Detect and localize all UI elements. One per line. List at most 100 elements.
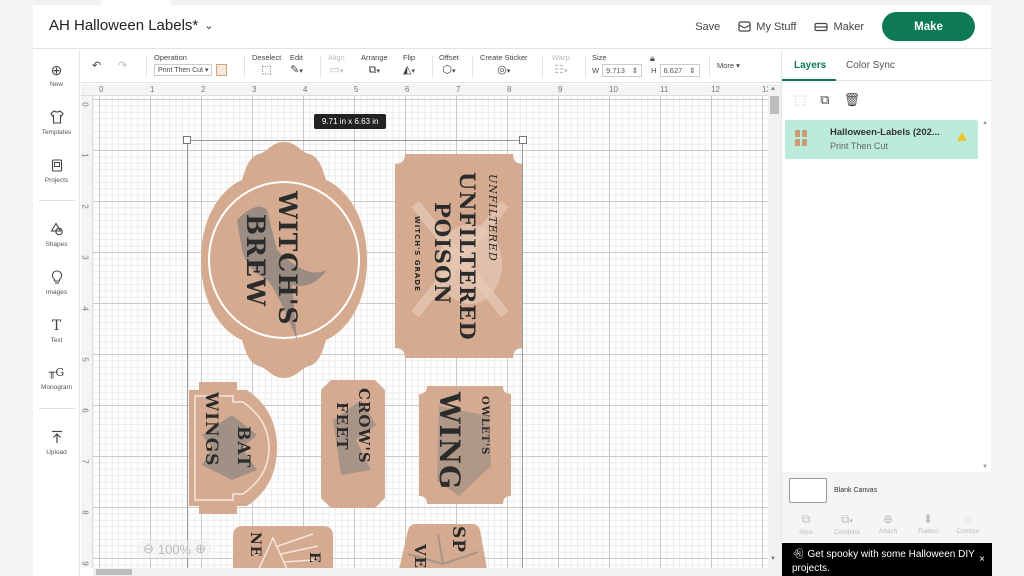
- nav-new[interactable]: ⊕ New: [33, 62, 80, 88]
- attach-button[interactable]: ⊕ Attach: [868, 512, 908, 535]
- toast-close-button[interactable]: ×: [979, 553, 985, 567]
- project-title-dropdown[interactable]: AH Halloween Labels* ⌄: [49, 17, 213, 34]
- align-button[interactable]: Align ▭▾: [328, 53, 345, 78]
- more-text: More: [717, 61, 735, 70]
- canvas-color-swatch[interactable]: [789, 478, 827, 503]
- selection-bounding-box[interactable]: [187, 140, 523, 568]
- nav-upload-label: Upload: [46, 449, 67, 456]
- warp-label: Warp: [552, 53, 570, 62]
- operation-label: Operation: [154, 53, 187, 62]
- undo-button[interactable]: ↶: [92, 60, 101, 72]
- stepper-icon[interactable]: ⇕: [689, 66, 695, 75]
- ruler-top-tick-label: 5: [354, 85, 359, 94]
- warning-icon[interactable]: [957, 132, 967, 141]
- flatten-button[interactable]: ⬇ Flatten: [908, 512, 948, 535]
- nav-upload[interactable]: Upload: [33, 430, 80, 456]
- tab-color-sync[interactable]: Color Sync: [846, 60, 895, 71]
- canvas-vertical-scrollbar[interactable]: ▲ ▼: [768, 84, 781, 568]
- zoom-control: ⊖ 100% ⊕: [137, 540, 213, 558]
- height-input[interactable]: 6.627 ⇕: [659, 64, 700, 77]
- slice-button[interactable]: ⧉ Slice: [786, 512, 826, 536]
- duplicate-icon[interactable]: ⧉: [820, 92, 829, 108]
- offset-button[interactable]: Offset ⬡▾: [439, 53, 459, 78]
- redo-icon: ↷: [118, 60, 128, 72]
- sticker-icon: ◎▾: [497, 64, 511, 76]
- nav-templates[interactable]: Templates: [33, 110, 80, 136]
- warp-button[interactable]: Warp ☷▾: [552, 53, 570, 78]
- ruler-top-tick-label: 7: [456, 85, 461, 94]
- nav-projects[interactable]: Projects: [33, 158, 80, 184]
- edit-button[interactable]: Edit ✎▾: [290, 53, 303, 78]
- blank-canvas-row[interactable]: Blank Canvas: [782, 472, 992, 508]
- combine-button[interactable]: ⧉▾ Combine: [827, 512, 867, 536]
- vertical-scroll-thumb[interactable]: [770, 96, 779, 114]
- lock-icon[interactable]: 🔒︎: [650, 53, 655, 64]
- create-sticker-button[interactable]: Create Sticker ◎▾: [480, 53, 528, 78]
- layer-row[interactable]: Halloween-Labels (202... Print Then Cut: [785, 120, 978, 159]
- toolbar-divider: [432, 56, 433, 78]
- zoom-in-button[interactable]: ⊕: [195, 541, 206, 557]
- align-label: Align: [328, 53, 345, 62]
- scroll-up-icon[interactable]: ▲: [770, 86, 776, 92]
- trash-icon[interactable]: 🗑︎: [844, 92, 861, 108]
- redo-button[interactable]: ↷: [118, 60, 127, 72]
- flip-button[interactable]: Flip ◭▾: [403, 53, 415, 78]
- nav-monogram-label: Monogram: [40, 384, 73, 391]
- operation-select[interactable]: Print Then Cut ▾: [154, 64, 213, 76]
- print-then-cut-swatch-icon[interactable]: [216, 64, 228, 76]
- size-label: Size: [592, 53, 607, 62]
- nav-shapes[interactable]: Shapes: [33, 222, 80, 248]
- upload-icon: [33, 430, 80, 446]
- ruler-left-tick-label: 2: [80, 204, 90, 209]
- nav-images[interactable]: Images: [33, 270, 80, 296]
- nav-text[interactable]: T Text: [33, 318, 80, 344]
- blank-canvas-label: Blank Canvas: [834, 487, 878, 494]
- size-tooltip: 9.71 in x 6.63 in: [314, 114, 387, 129]
- monogram-icon: ╥G: [48, 366, 65, 379]
- my-stuff-button[interactable]: My Stuff: [738, 21, 796, 33]
- toolbar-divider: [585, 56, 586, 78]
- layers-scrollbar[interactable]: ▲ ▼: [981, 120, 990, 472]
- tab-layers[interactable]: Layers: [794, 60, 826, 71]
- size-group: Size W 9.713 ⇕ H 6.627 ⇕: [592, 53, 700, 77]
- contour-icon: ◌: [964, 512, 972, 526]
- resize-handle-top-left[interactable]: [183, 136, 191, 144]
- group-icon[interactable]: ⬚: [794, 92, 806, 108]
- operation-value: Print Then Cut: [158, 67, 204, 74]
- canvas-horizontal-scrollbar[interactable]: [93, 568, 781, 576]
- ruler-left-tick-label: 0: [80, 102, 90, 107]
- toolbar-divider: [320, 56, 321, 78]
- zoom-out-button[interactable]: ⊖: [143, 541, 154, 557]
- attach-label: Attach: [878, 528, 898, 535]
- zoom-level: 100%: [157, 541, 192, 557]
- stepper-icon[interactable]: ⇕: [632, 66, 638, 75]
- maker-button[interactable]: Maker: [814, 21, 864, 33]
- resize-handle-top-right[interactable]: [519, 136, 527, 144]
- nav-divider: [39, 200, 75, 201]
- design-canvas[interactable]: WITCH'S BREW UNFILTERED UNFILTERED POISO…: [93, 96, 768, 568]
- scroll-up-icon[interactable]: ▲: [982, 120, 988, 126]
- width-input[interactable]: 9.713 ⇕: [602, 64, 643, 77]
- width-value: 9.713: [606, 66, 625, 75]
- contour-button[interactable]: ◌ Contour: [948, 512, 988, 535]
- scroll-down-icon[interactable]: ▼: [982, 464, 988, 470]
- ruler-top-tick-label: 12: [711, 85, 720, 94]
- more-button[interactable]: More ▾: [717, 61, 740, 72]
- toolbar-divider: [709, 56, 710, 78]
- inbox-icon: [738, 21, 751, 32]
- ruler-left-tick-label: 5: [80, 357, 90, 362]
- text-icon: T: [51, 318, 62, 334]
- arrange-button[interactable]: Arrange ⧉▾: [361, 53, 388, 78]
- deselect-button[interactable]: Deselect ⬚: [252, 53, 281, 76]
- make-button[interactable]: Make: [882, 12, 975, 41]
- save-label: Save: [695, 20, 721, 33]
- save-button[interactable]: Save: [695, 21, 720, 33]
- horizontal-scroll-thumb[interactable]: [96, 569, 132, 575]
- nav-projects-label: Projects: [44, 177, 69, 184]
- align-icon: ▭▾: [329, 64, 344, 76]
- scroll-down-icon[interactable]: ▼: [770, 556, 776, 562]
- nav-templates-label: Templates: [41, 129, 72, 136]
- nav-monogram[interactable]: ╥G Monogram: [33, 365, 80, 391]
- layer-tools: ⬚ ⧉ 🗑︎: [794, 92, 860, 108]
- left-nav: ⊕ New Templates Projects Shapes Images T…: [33, 50, 80, 576]
